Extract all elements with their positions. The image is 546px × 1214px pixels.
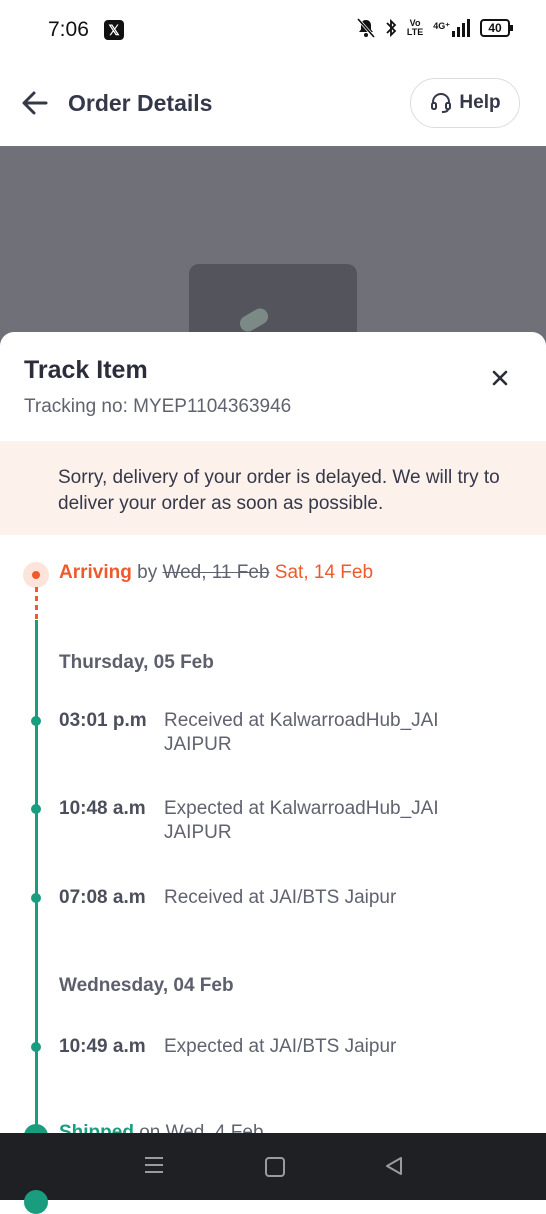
- home-icon[interactable]: [265, 1157, 285, 1177]
- event-time: 03:01 p.m: [59, 710, 147, 731]
- event-description: Received at JAI/BTS Jaipur: [164, 887, 397, 908]
- timeline-dot: [31, 804, 41, 814]
- timeline-dashed-line: [35, 587, 38, 619]
- arriving-by-text: by: [131, 562, 163, 583]
- timeline-event: 10:48 a.m Expected at KalwarroadHub_JAI …: [59, 797, 494, 845]
- timeline-event: 03:01 p.m Received at KalwarroadHub_JAI …: [59, 709, 494, 757]
- x-app-notification-icon: 𝕏: [104, 20, 124, 40]
- volte-icon: Vo LTE: [407, 19, 423, 37]
- recent-apps-icon[interactable]: [145, 1157, 163, 1178]
- back-arrow-icon[interactable]: [20, 88, 50, 118]
- app-header: Order Details Help: [0, 62, 546, 146]
- timeline-dot: [31, 716, 41, 726]
- system-navigation-bar: [0, 1133, 546, 1200]
- arriving-label: Arriving: [59, 562, 132, 583]
- cellular-signal-icon: 4G⁺: [433, 19, 470, 37]
- day-header: Wednesday, 04 Feb: [59, 975, 234, 996]
- timeline-dot: [31, 893, 41, 903]
- help-label: Help: [459, 92, 501, 113]
- volte-bottom-text: LTE: [406, 27, 424, 37]
- timeline-dot: [31, 1042, 41, 1052]
- dimmed-backdrop[interactable]: [0, 146, 546, 364]
- status-bar: 7:06 𝕏 Vo LTE 4G⁺ 40: [0, 0, 546, 62]
- timeline-event: 07:08 a.m Received at JAI/BTS Jaipur: [59, 886, 494, 910]
- event-description: Expected at KalwarroadHub_JAI JAIPUR: [164, 798, 439, 843]
- status-icons: Vo LTE 4G⁺ 40: [356, 18, 513, 38]
- muted-bell-icon: [356, 18, 375, 38]
- headset-icon: [431, 93, 452, 113]
- new-delivery-date: Sat, 14 Feb: [274, 562, 374, 583]
- battery-icon: 40: [480, 19, 513, 37]
- help-button[interactable]: Help: [410, 78, 520, 128]
- tracking-timeline: Arriving by Wed, 11 Feb Sat, 14 Feb Thur…: [0, 332, 546, 1200]
- bluetooth-icon: [386, 18, 397, 38]
- event-time: 10:49 a.m: [59, 1036, 146, 1057]
- status-time: 7:06: [48, 18, 89, 41]
- back-triangle-icon[interactable]: [384, 1156, 404, 1176]
- network-type-label: 4G⁺: [433, 21, 450, 31]
- arriving-row: Arriving by Wed, 11 Feb Sat, 14 Feb: [59, 562, 373, 584]
- event-description: Expected at JAI/BTS Jaipur: [164, 1036, 397, 1057]
- page-title: Order Details: [68, 90, 213, 116]
- event-time: 10:48 a.m: [59, 798, 146, 819]
- arriving-dot: [32, 571, 40, 579]
- day-header: Thursday, 05 Feb: [59, 652, 214, 673]
- event-time: 07:08 a.m: [59, 887, 146, 908]
- timeline-dot: [24, 1190, 48, 1214]
- old-delivery-date: Wed, 11 Feb: [162, 562, 270, 583]
- timeline-line: [35, 620, 38, 1140]
- timeline-event: 10:49 a.m Expected at JAI/BTS Jaipur: [59, 1035, 494, 1059]
- track-item-sheet: Track Item Tracking no: MYEP1104363946 S…: [0, 332, 546, 1200]
- event-description: Received at KalwarroadHub_JAI JAIPUR: [164, 710, 439, 755]
